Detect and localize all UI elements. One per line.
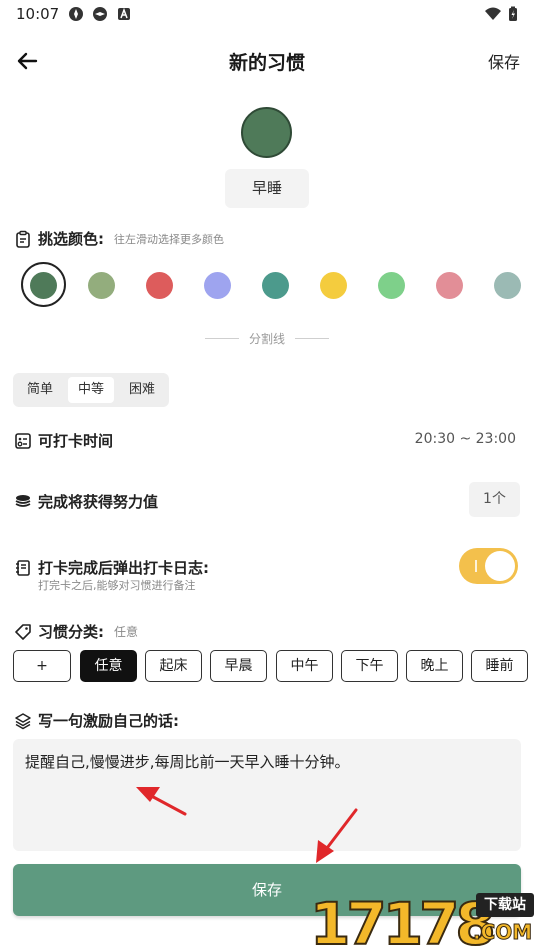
color-swatch[interactable] bbox=[146, 272, 173, 299]
difficulty-selector: 简单 中等 困难 bbox=[13, 373, 169, 407]
log-popup-label: 打卡完成后弹出打卡日志: bbox=[38, 559, 209, 577]
log-popup-row: 打卡完成后弹出打卡日志: bbox=[14, 557, 209, 578]
category-chip[interactable]: 起床 bbox=[145, 650, 202, 682]
toggle-knob bbox=[485, 551, 515, 581]
watermark-domain: .COM bbox=[472, 920, 533, 945]
status-time: 10:07 bbox=[16, 5, 60, 23]
site-watermark: 17178 下载站 .COM bbox=[308, 884, 534, 950]
system-icons bbox=[484, 6, 518, 22]
coins-icon bbox=[15, 494, 31, 507]
battery-icon bbox=[509, 6, 517, 21]
color-swatch[interactable] bbox=[262, 272, 289, 299]
color-swatch[interactable] bbox=[378, 272, 405, 299]
color-swatch[interactable] bbox=[88, 272, 115, 299]
color-swatch-list[interactable] bbox=[20, 262, 534, 308]
notebook-icon bbox=[16, 559, 30, 576]
category-chip[interactable]: 晚上 bbox=[406, 650, 463, 682]
checklist-icon bbox=[15, 432, 31, 449]
effort-count[interactable]: 1个 bbox=[469, 482, 520, 517]
category-chip[interactable]: 睡前 bbox=[471, 650, 528, 682]
effort-row: 完成将获得努力值 bbox=[14, 491, 158, 512]
color-section-title: 挑选颜色: bbox=[38, 230, 104, 248]
status-bar: 10:07 bbox=[0, 0, 534, 30]
log-popup-subtitle: 打完卡之后,能够对习惯进行备注 bbox=[38, 579, 196, 592]
top-app-bar: 新的习惯 保存 bbox=[0, 40, 534, 82]
app-notification-icon bbox=[93, 7, 107, 21]
checkin-time-value[interactable]: 20:30 ~ 23:00 bbox=[415, 431, 516, 447]
divider-label: 分割线 bbox=[248, 331, 285, 346]
watermark-sub: 下载站 bbox=[476, 893, 534, 917]
log-popup-toggle[interactable] bbox=[459, 548, 518, 584]
header-save-button[interactable]: 保存 bbox=[488, 49, 520, 73]
motto-textarea[interactable]: 提醒自己,慢慢进步,每周比前一天早入睡十分钟。 bbox=[13, 739, 521, 851]
a-notification-icon bbox=[118, 7, 130, 20]
color-section-hint: 往左滑动选择更多颜色 bbox=[114, 232, 224, 246]
checkin-time-row[interactable]: 可打卡时间 bbox=[14, 430, 113, 451]
category-chip[interactable]: 任意 bbox=[80, 650, 137, 682]
tag-icon bbox=[15, 623, 31, 640]
category-chip-list: + 任意 起床 早晨 中午 下午 晚上 睡前 bbox=[13, 650, 534, 682]
color-swatch[interactable] bbox=[494, 272, 521, 299]
app-notification-icon bbox=[69, 7, 83, 21]
color-swatch[interactable] bbox=[436, 272, 463, 299]
divider: 分割线 bbox=[0, 328, 534, 348]
page-title: 新的习惯 bbox=[228, 52, 305, 74]
effort-label: 完成将获得努力值 bbox=[38, 493, 159, 511]
difficulty-easy[interactable]: 简单 bbox=[17, 377, 63, 403]
divider-line bbox=[204, 337, 239, 339]
add-category-button[interactable]: + bbox=[13, 650, 71, 682]
notification-icons bbox=[68, 6, 132, 22]
habit-color-preview bbox=[241, 107, 292, 158]
divider-line bbox=[295, 337, 329, 339]
toggle-on-mark bbox=[475, 560, 477, 572]
checkin-time-label: 可打卡时间 bbox=[38, 432, 114, 450]
color-swatch[interactable] bbox=[30, 272, 57, 299]
category-current: 任意 bbox=[114, 625, 139, 639]
category-chip[interactable]: 早晨 bbox=[210, 650, 267, 682]
category-title: 习惯分类: bbox=[38, 623, 104, 641]
clipboard-icon bbox=[16, 230, 30, 248]
difficulty-hard[interactable]: 困难 bbox=[119, 377, 165, 403]
habit-name-field[interactable]: 早睡 bbox=[225, 169, 309, 208]
svg-text:17178: 17178 bbox=[310, 890, 492, 950]
wifi-icon bbox=[485, 7, 501, 20]
color-swatch[interactable] bbox=[320, 272, 347, 299]
color-section-header: 挑选颜色: 往左滑动选择更多颜色 bbox=[14, 228, 224, 249]
category-chip[interactable]: 下午 bbox=[341, 650, 398, 682]
motto-section-header: 写一句激励自己的话: bbox=[14, 710, 179, 731]
color-swatch[interactable] bbox=[204, 272, 231, 299]
category-chip[interactable]: 中午 bbox=[276, 650, 333, 682]
layers-icon bbox=[15, 712, 31, 729]
category-section-header: 习惯分类: 任意 bbox=[14, 621, 138, 642]
motto-title: 写一句激励自己的话: bbox=[38, 712, 179, 730]
difficulty-medium[interactable]: 中等 bbox=[68, 377, 114, 403]
